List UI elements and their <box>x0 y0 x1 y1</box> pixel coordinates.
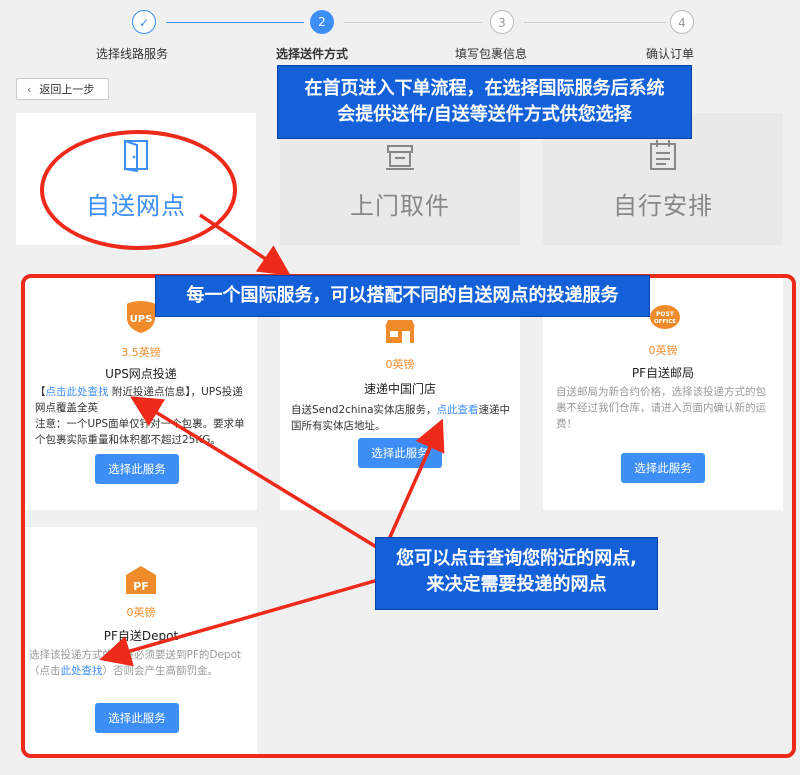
step-2-indicator: 2 <box>310 10 334 34</box>
middle-callout: 每一个国际服务，可以搭配不同的自送网点的投递服务 <box>155 275 650 317</box>
step-3-label: 填写包裹信息 <box>455 47 528 61</box>
chevron-left-icon: ‹ <box>27 82 32 96</box>
highlight-frame <box>21 274 796 758</box>
back-button-label: 返回上一步 <box>39 83 95 96</box>
step-4-indicator: 4 <box>670 10 694 34</box>
mode-label: 上门取件 <box>350 192 450 220</box>
step-2-label: 选择送件方式 <box>276 47 349 61</box>
step-progress: ✓ 2 3 4 选择线路服务 选择送件方式 填写包裹信息 确认订单 <box>0 0 800 70</box>
mode-label: 自行安排 <box>613 192 713 220</box>
step-4-label: 确认订单 <box>646 47 695 61</box>
step-connector <box>524 22 666 23</box>
step-connector <box>344 22 482 23</box>
bottom-callout: 您可以点击查询您附近的网点, 来决定需要投递的网点 <box>375 537 658 610</box>
step-connector <box>166 22 304 23</box>
calendar-icon <box>648 138 678 176</box>
back-button[interactable]: ‹ 返回上一步 <box>16 78 109 100</box>
step-1-label: 选择线路服务 <box>96 47 169 61</box>
step-1-check-icon: ✓ <box>132 10 156 34</box>
top-callout: 在首页进入下单流程，在选择国际服务后系统 会提供送件/自送等送件方式供您选择 <box>277 65 692 139</box>
highlight-ellipse <box>40 130 237 250</box>
step-3-indicator: 3 <box>490 10 514 34</box>
pickup-box-icon <box>383 138 417 176</box>
